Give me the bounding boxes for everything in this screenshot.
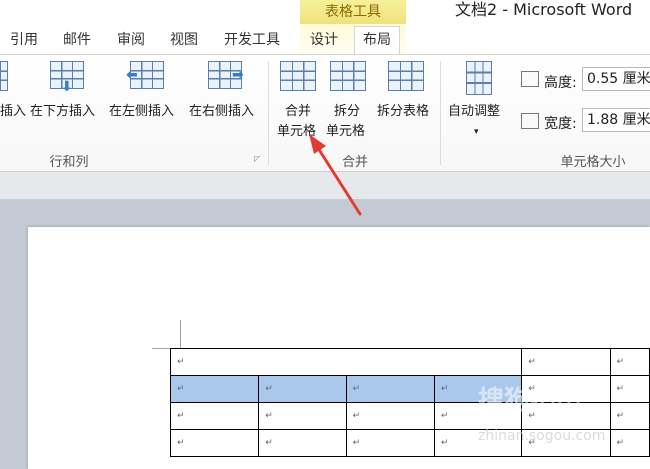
split-table-button[interactable]: 拆分表格 — [377, 103, 429, 121]
table-cell[interactable]: ↵ — [169, 402, 260, 430]
insert-right-button[interactable]: 在右侧插入 — [189, 103, 254, 121]
group-divider — [440, 61, 441, 165]
autofit-button[interactable]: 自动调整 — [448, 103, 500, 121]
group-label-rows-cols: 行和列 — [49, 155, 89, 170]
tab-mailings[interactable]: 邮件 — [63, 30, 91, 50]
tab-review[interactable]: 审阅 — [117, 30, 145, 50]
right-arrow-icon: ➡ — [232, 67, 244, 83]
autofit-icon[interactable] — [466, 61, 492, 95]
split-table-icon[interactable] — [388, 61, 424, 91]
group-label-merge: 合并 — [341, 155, 368, 170]
height-label: 高度: — [544, 75, 577, 91]
dialog-launcher-icon[interactable]: ◸ — [254, 154, 260, 163]
window-title: 文档2 - Microsoft Word — [455, 0, 633, 19]
table-cell[interactable]: ↵ — [609, 429, 650, 457]
group-label-cell-size: 单元格大小 — [560, 155, 626, 170]
tab-view[interactable]: 视图 — [170, 30, 198, 50]
ribbon-panel: 插入 ⬇ 在下方插入 ⬅ 在左侧插入 ➡ 在右侧插入 行和列 ◸ 合并 单元格 … — [0, 54, 650, 172]
insert-below-button[interactable]: 在下方插入 — [30, 103, 95, 121]
horizontal-ruler — [0, 172, 650, 200]
split-cells-icon[interactable] — [330, 61, 366, 91]
tab-layout[interactable]: 布局 — [354, 26, 400, 55]
table-cell[interactable]: ↵ — [345, 402, 435, 430]
table-cell-selected[interactable]: ↵ — [345, 375, 435, 403]
merge-cells-label-2[interactable]: 单元格 — [277, 123, 316, 141]
column-width-input[interactable]: 1.88 厘米 — [582, 108, 650, 132]
row-height-input[interactable]: 0.55 厘米 — [582, 67, 650, 91]
split-cells-label-2[interactable]: 单元格 — [326, 123, 365, 141]
table-cell[interactable]: ↵ — [345, 429, 435, 457]
merge-cells-label-1[interactable]: 合并 — [285, 103, 311, 121]
watermark-logo: 搜狗指南 — [478, 386, 583, 416]
down-arrow-icon: ⬇ — [61, 79, 73, 95]
insert-left-button[interactable]: 在左侧插入 — [109, 103, 174, 121]
group-divider — [268, 61, 269, 165]
insert-above-icon[interactable] — [0, 61, 8, 91]
tab-design[interactable]: 设计 — [310, 30, 338, 50]
table-cell[interactable]: ↵ — [521, 348, 611, 376]
table-cell[interactable]: ↵ — [169, 348, 523, 376]
table-tools-context-header: 表格工具 — [300, 0, 406, 24]
row-height-icon — [521, 71, 539, 87]
tab-developer[interactable]: 开发工具 — [224, 30, 280, 50]
table-cell[interactable]: ↵ — [258, 402, 347, 430]
autofit-dropdown-icon[interactable]: ▾ — [474, 123, 479, 141]
watermark-url: zhinan.sogou.com — [478, 428, 606, 444]
table-cell[interactable]: ↵ — [609, 402, 650, 430]
table-cell[interactable]: ↵ — [609, 375, 650, 403]
table-cell[interactable]: ↵ — [609, 348, 650, 376]
merge-cells-icon[interactable] — [280, 61, 316, 91]
table-cell[interactable]: ↵ — [258, 429, 347, 457]
table-cell-selected[interactable]: ↵ — [258, 375, 347, 403]
insert-above-button[interactable]: 插入 — [0, 103, 26, 121]
ribbon-tab-bar: 表格工具 文档2 - Microsoft Word 引用 邮件 审阅 视图 开发… — [0, 0, 650, 55]
tab-references[interactable]: 引用 — [10, 30, 38, 50]
column-width-icon — [521, 113, 539, 129]
table-cell-selected[interactable]: ↵ — [169, 375, 260, 403]
split-cells-label-1[interactable]: 拆分 — [334, 103, 360, 121]
left-arrow-icon: ⬅ — [126, 67, 138, 83]
table-cell[interactable]: ↵ — [169, 429, 260, 457]
margin-corner-mark — [180, 320, 181, 348]
table-row: ↵ ↵ ↵ — [169, 348, 650, 376]
width-label: 宽度: — [544, 116, 577, 132]
